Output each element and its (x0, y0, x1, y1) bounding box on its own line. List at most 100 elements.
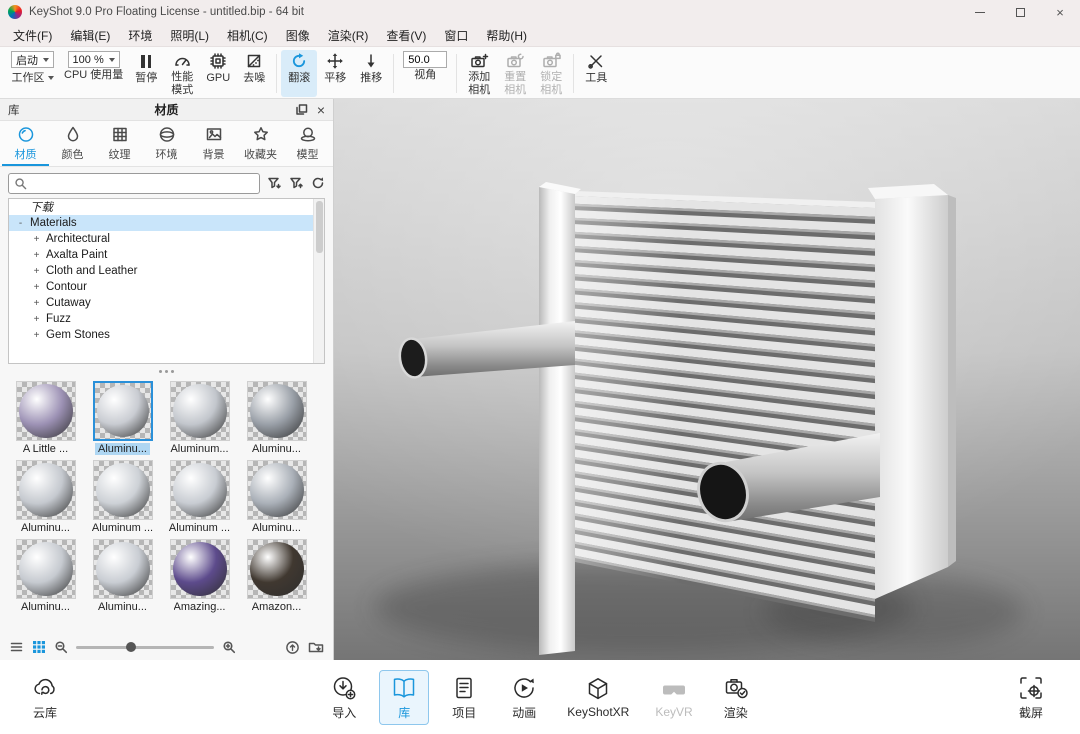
tab-textures[interactable]: 纹理 (96, 121, 143, 166)
menu-lighting[interactable]: 照明(L) (161, 24, 218, 46)
menu-edit[interactable]: 编辑(E) (61, 24, 119, 46)
tree-item-materials[interactable]: - Materials (9, 215, 324, 231)
fov-control[interactable]: 视角 (398, 50, 452, 97)
menu-image[interactable]: 图像 (277, 24, 319, 46)
refresh-icon[interactable] (311, 176, 325, 190)
search-row (0, 167, 333, 198)
tree-item-gem-stones[interactable]: + Gem Stones (9, 327, 324, 343)
tree-item-architectural[interactable]: + Architectural (9, 231, 324, 247)
material-thumbnail[interactable]: Aluminu... (238, 457, 315, 536)
dock-import[interactable]: 导入 (319, 670, 369, 725)
add-to-library-icon[interactable] (289, 176, 304, 190)
dock-animation[interactable]: 动画 (499, 670, 549, 725)
material-thumbnail[interactable]: Aluminu... (7, 536, 84, 615)
close-button[interactable]: × (1040, 0, 1080, 24)
menu-view[interactable]: 查看(V) (377, 24, 435, 46)
menu-window[interactable]: 窗口 (435, 24, 477, 46)
panel-label: 库 (8, 102, 48, 118)
pan-button[interactable]: 平移 (317, 50, 353, 97)
dock-keyshotxr[interactable]: KeyShotXR (559, 671, 637, 723)
expand-icon[interactable]: + (32, 234, 41, 245)
fov-input[interactable] (408, 54, 442, 66)
material-thumbnail[interactable]: A Little ... (7, 378, 84, 457)
color-droplet-icon (63, 124, 83, 144)
material-thumbnail[interactable]: Amazon... (238, 536, 315, 615)
expand-icon[interactable]: + (32, 250, 41, 261)
dock-render[interactable]: 渲染 (711, 670, 761, 725)
workspace-label: 工作区 (12, 72, 45, 84)
search-box[interactable] (8, 173, 260, 194)
tools-button[interactable]: 工具 (578, 50, 614, 97)
reset-camera-button[interactable]: 重置相机 (497, 50, 533, 97)
tab-backgrounds[interactable]: 背景 (190, 121, 237, 166)
dolly-button[interactable]: 推移 (353, 50, 389, 97)
dock-cloud-library[interactable]: 云库 (20, 670, 70, 725)
add-camera-button[interactable]: 添加相机 (461, 50, 497, 97)
import-material-icon[interactable] (267, 176, 282, 190)
menu-render[interactable]: 渲染(R) (319, 24, 378, 46)
tree-item-fuzz[interactable]: + Fuzz (9, 311, 324, 327)
slider-knob[interactable] (126, 642, 136, 652)
tumble-button[interactable]: 翻滚 (281, 50, 317, 97)
collapse-icon[interactable]: - (16, 218, 25, 229)
menu-environment[interactable]: 环境 (119, 24, 161, 46)
minimize-button[interactable] (960, 0, 1000, 24)
tree-scrollbar[interactable] (313, 199, 324, 363)
material-thumbnail[interactable]: Aluminum ... (84, 457, 161, 536)
list-view-button[interactable] (9, 640, 24, 654)
panel-splitter[interactable] (0, 366, 333, 376)
tree-item-cloth-and-leather[interactable]: + Cloth and Leather (9, 263, 324, 279)
material-thumbnail[interactable]: Aluminu... (238, 378, 315, 457)
expand-icon[interactable]: + (32, 282, 41, 293)
cpu-usage-select[interactable]: 100 % CPU 使用量 (59, 50, 128, 97)
menu-camera[interactable]: 相机(C) (218, 24, 277, 46)
maximize-button[interactable] (1000, 0, 1040, 24)
search-input[interactable] (31, 177, 254, 189)
dock-library[interactable]: 库 (379, 670, 429, 725)
tab-materials[interactable]: 材质 (2, 121, 49, 166)
menu-help[interactable]: 帮助(H) (477, 24, 536, 46)
menu-file[interactable]: 文件(F) (4, 24, 61, 46)
dock-keyvr[interactable]: KeyVR (647, 671, 700, 723)
lock-camera-button[interactable]: 锁定相机 (533, 50, 569, 97)
import-folder-icon[interactable] (308, 640, 324, 654)
tree-item-downloads[interactable]: 下载 (9, 199, 324, 215)
gpu-button[interactable]: GPU (200, 50, 236, 97)
performance-mode-button[interactable]: 性能模式 (164, 50, 200, 97)
tab-environments[interactable]: 环境 (143, 121, 190, 166)
upload-material-icon[interactable] (285, 640, 300, 655)
library-panel-header: 库 材质 × (0, 99, 333, 121)
tree-item-contour[interactable]: + Contour (9, 279, 324, 295)
material-thumbnail[interactable]: Amazing... (161, 536, 238, 615)
environment-globe-icon (157, 124, 177, 144)
viewport-3d[interactable] (334, 99, 1080, 660)
grid-view-button[interactable] (32, 640, 46, 654)
expand-icon[interactable]: + (32, 330, 41, 341)
close-panel-icon[interactable]: × (317, 103, 325, 117)
fov-label: 视角 (414, 69, 436, 81)
thumbnail-size-slider[interactable] (76, 641, 214, 653)
main-toolbar: 启动 工作区 100 % CPU 使用量 暂停 性能模式 GPU 去噪 翻滚 平… (0, 47, 1080, 99)
material-thumbnail[interactable]: Aluminu... (7, 457, 84, 536)
zoom-in-icon[interactable] (222, 640, 236, 654)
pause-button[interactable]: 暂停 (128, 50, 164, 97)
material-thumbnail[interactable]: Aluminu... (84, 536, 161, 615)
expand-icon[interactable]: + (32, 266, 41, 277)
expand-icon[interactable]: + (32, 314, 41, 325)
material-thumbnail[interactable]: Aluminu... (84, 378, 161, 457)
zoom-out-icon[interactable] (54, 640, 68, 654)
tab-models[interactable]: 模型 (284, 121, 331, 166)
chevron-down-icon (48, 76, 54, 80)
dock-screenshot[interactable]: 截屏 (1006, 670, 1056, 725)
tab-favorites[interactable]: 收藏夹 (237, 121, 284, 166)
undock-panel-icon[interactable] (295, 103, 308, 116)
tree-item-axalta-paint[interactable]: + Axalta Paint (9, 247, 324, 263)
expand-icon[interactable]: + (32, 298, 41, 309)
material-thumbnail[interactable]: Aluminum ... (161, 457, 238, 536)
material-thumbnail[interactable]: Aluminum... (161, 378, 238, 457)
tab-colors[interactable]: 颜色 (49, 121, 96, 166)
tree-item-cutaway[interactable]: + Cutaway (9, 295, 324, 311)
denoise-button[interactable]: 去噪 (236, 50, 272, 97)
workspace-select[interactable]: 启动 工作区 (6, 50, 59, 97)
dock-project[interactable]: 项目 (439, 670, 489, 725)
